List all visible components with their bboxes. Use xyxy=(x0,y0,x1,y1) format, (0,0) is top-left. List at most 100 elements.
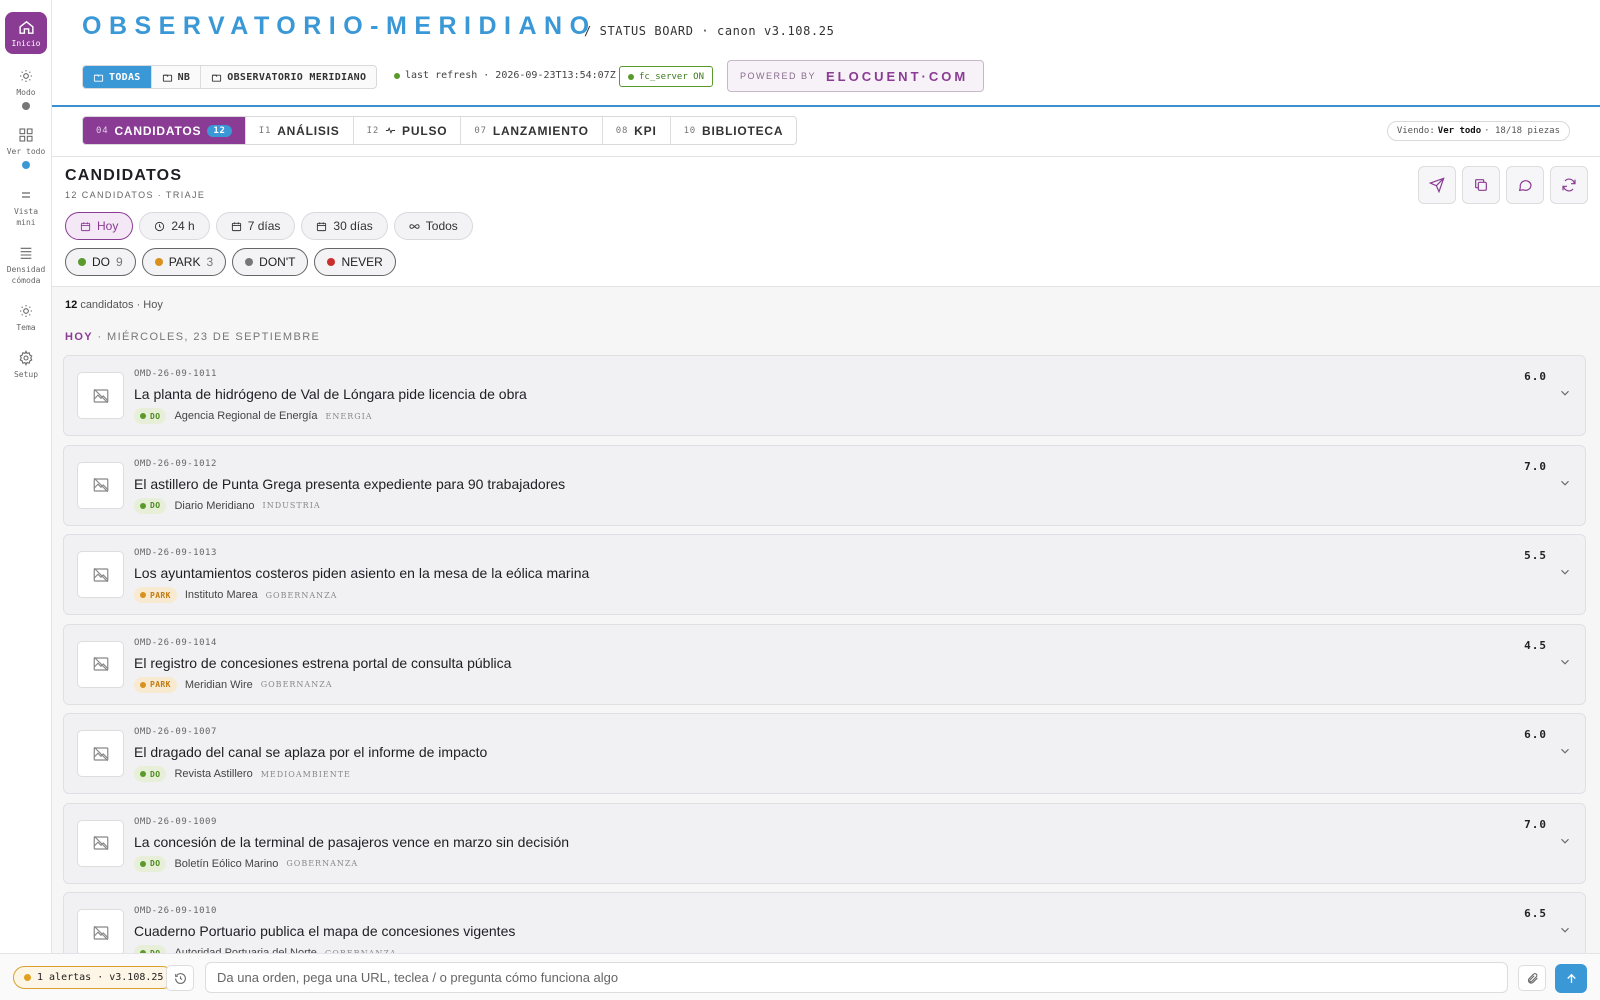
tab-biblioteca[interactable]: 10 BIBLIOTECA xyxy=(671,117,797,144)
attach-button[interactable] xyxy=(1518,965,1546,991)
candidate-meta: DO Autoridad Portuaria del Norte GOBERNA… xyxy=(134,945,397,953)
command-input[interactable] xyxy=(205,962,1508,993)
candidate-score: 7.0 xyxy=(1524,459,1547,473)
chevron-down-icon[interactable] xyxy=(1558,655,1572,669)
verdict-label: DON'T xyxy=(259,255,296,269)
candidate-id: OMD-26-09-1010 xyxy=(134,906,217,916)
send-button[interactable] xyxy=(1418,166,1456,204)
chevron-down-icon[interactable] xyxy=(1558,834,1572,848)
candidate-card[interactable]: OMD-26-09-1012 El astillero de Punta Gre… xyxy=(63,444,1586,526)
rail-item-densidad[interactable]: Densidad cómoda xyxy=(0,245,52,286)
comment-button[interactable] xyxy=(1506,166,1544,204)
rail-item-label: Modo xyxy=(16,88,36,97)
broken-image-icon xyxy=(93,567,108,582)
left-rail: Inicio Modo Ver todo Vista mini Densidad… xyxy=(0,0,52,1000)
tabs-bar: 04 CANDIDATOS 12 I1 ANÁLISIS I2 PULSO 07… xyxy=(52,107,1600,157)
candidate-card[interactable]: OMD-26-09-1013 Los ayuntamientos costero… xyxy=(63,534,1586,615)
chip-never[interactable]: NEVER xyxy=(314,248,396,276)
viewing-prefix: Viendo: xyxy=(1396,126,1435,136)
count-number: 12 xyxy=(65,299,78,311)
chip-dont[interactable]: DON'T xyxy=(232,248,309,276)
pulse-icon xyxy=(385,126,396,135)
candidate-card[interactable]: OMD-26-09-1009 La concesión de la termin… xyxy=(63,802,1586,884)
alerts-badge[interactable]: 1 alertas · v3.108.25 xyxy=(13,966,175,989)
broken-image-icon xyxy=(93,477,108,493)
candidate-id: OMD-26-09-1011 xyxy=(134,369,217,379)
chip-30-dias[interactable]: 30 días xyxy=(301,212,388,240)
equals-icon xyxy=(22,192,30,198)
chip-todos[interactable]: Todos xyxy=(393,212,473,240)
verdict-count: 3 xyxy=(206,255,214,269)
server-status-badge: fc_server ON xyxy=(619,66,714,87)
submit-button[interactable] xyxy=(1555,964,1587,993)
verdict-dot xyxy=(140,502,146,509)
gear-icon xyxy=(19,350,33,366)
tab-analisis[interactable]: I1 ANÁLISIS xyxy=(246,117,354,144)
tab-candidatos[interactable]: 04 CANDIDATOS 12 xyxy=(83,117,246,144)
calendar-icon xyxy=(317,221,327,231)
filter-nb[interactable]: NB xyxy=(152,66,202,88)
candidates-list: 12 candidatos · Hoy HOY · MIÉRCOLES, 23 … xyxy=(52,287,1600,953)
brand-title: OBSERVATORIO-MERIDIANO xyxy=(82,12,597,40)
section-header: CANDIDATOS 12 CANDIDATOS · TRIAJE Hoy 24… xyxy=(52,157,1600,287)
image-placeholder xyxy=(77,551,124,598)
rail-item-setup[interactable]: Setup xyxy=(0,350,52,380)
tab-number: 04 xyxy=(96,125,109,136)
verdict-badge: PARK xyxy=(134,676,177,693)
rail-home-button[interactable]: Inicio xyxy=(5,12,47,54)
refresh-button[interactable] xyxy=(1550,166,1588,204)
rail-item-vista-mini[interactable]: Vista mini xyxy=(0,187,52,228)
powered-by-banner[interactable]: POWERED BY ELOCUENT·COM xyxy=(727,60,984,92)
filter-label: NB xyxy=(177,71,191,83)
verdict-label: PARK xyxy=(168,255,201,269)
candidate-title: El astillero de Punta Grega presenta exp… xyxy=(134,475,566,492)
chip-24h[interactable]: 24 h xyxy=(139,212,210,240)
day-header: HOY · MIÉRCOLES, 23 DE SEPTIEMBRE xyxy=(65,331,320,343)
chat-bubble-icon xyxy=(1518,180,1532,192)
image-placeholder xyxy=(77,640,124,688)
section-tabs: 04 CANDIDATOS 12 I1 ANÁLISIS I2 PULSO 07… xyxy=(82,116,798,145)
sun-icon xyxy=(20,305,32,317)
verdict-text: PARK xyxy=(150,590,171,600)
history-button[interactable] xyxy=(166,965,194,991)
chevron-down-icon[interactable] xyxy=(1558,923,1572,937)
chip-label: Hoy xyxy=(97,219,119,233)
candidate-card[interactable]: OMD-26-09-1011 La planta de hidrógeno de… xyxy=(63,355,1586,436)
filter-observatorio[interactable]: OBSERVATORIO MERIDIANO xyxy=(201,66,376,88)
candidate-score: 6.5 xyxy=(1524,907,1547,920)
chip-7-dias[interactable]: 7 días xyxy=(215,212,296,240)
candidate-card[interactable]: OMD-26-09-1014 El registro de concesione… xyxy=(63,623,1586,705)
copy-button[interactable] xyxy=(1462,166,1500,204)
candidate-card[interactable]: OMD-26-09-1010 Cuaderno Portuario public… xyxy=(63,892,1586,953)
tab-lanzamiento[interactable]: 07 LANZAMIENTO xyxy=(461,117,603,144)
chevron-down-icon[interactable] xyxy=(1558,744,1572,758)
verdict-dot xyxy=(327,258,336,266)
tab-kpi[interactable]: 08 KPI xyxy=(603,117,671,144)
chip-do[interactable]: DO 9 xyxy=(65,248,136,276)
broken-image-icon xyxy=(93,388,108,403)
candidate-tag: GOBERNANZA xyxy=(260,680,333,689)
chevron-down-icon[interactable] xyxy=(1558,476,1572,490)
rail-item-modo[interactable]: Modo xyxy=(0,68,52,110)
candidate-score: 6.0 xyxy=(1524,370,1547,383)
folder-icon xyxy=(212,74,222,82)
chip-park[interactable]: PARK 3 xyxy=(141,248,227,276)
candidate-score: 6.0 xyxy=(1524,728,1547,741)
filter-todas[interactable]: TODAS xyxy=(83,66,152,88)
chip-hoy[interactable]: Hoy xyxy=(65,212,134,240)
tab-label: ANÁLISIS xyxy=(277,123,340,138)
chevron-down-icon[interactable] xyxy=(1558,386,1572,400)
command-bar: 1 alertas · v3.108.25 xyxy=(0,953,1600,1000)
rail-item-tema[interactable]: Tema xyxy=(0,303,52,333)
candidate-card[interactable]: OMD-26-09-1007 El dragado del canal se a… xyxy=(63,713,1586,794)
rail-item-ver-todo[interactable]: Ver todo xyxy=(0,127,52,169)
tab-number: I1 xyxy=(258,125,272,136)
powered-by-label: POWERED BY xyxy=(740,71,817,81)
chevron-down-icon[interactable] xyxy=(1558,565,1572,579)
image-placeholder xyxy=(77,461,124,509)
candidate-tag: MEDIOAMBIENTE xyxy=(260,769,351,779)
chip-label: 7 días xyxy=(247,219,281,233)
tab-pulso[interactable]: I2 PULSO xyxy=(354,117,462,144)
server-dot xyxy=(628,73,634,80)
broken-image-icon xyxy=(93,835,108,851)
